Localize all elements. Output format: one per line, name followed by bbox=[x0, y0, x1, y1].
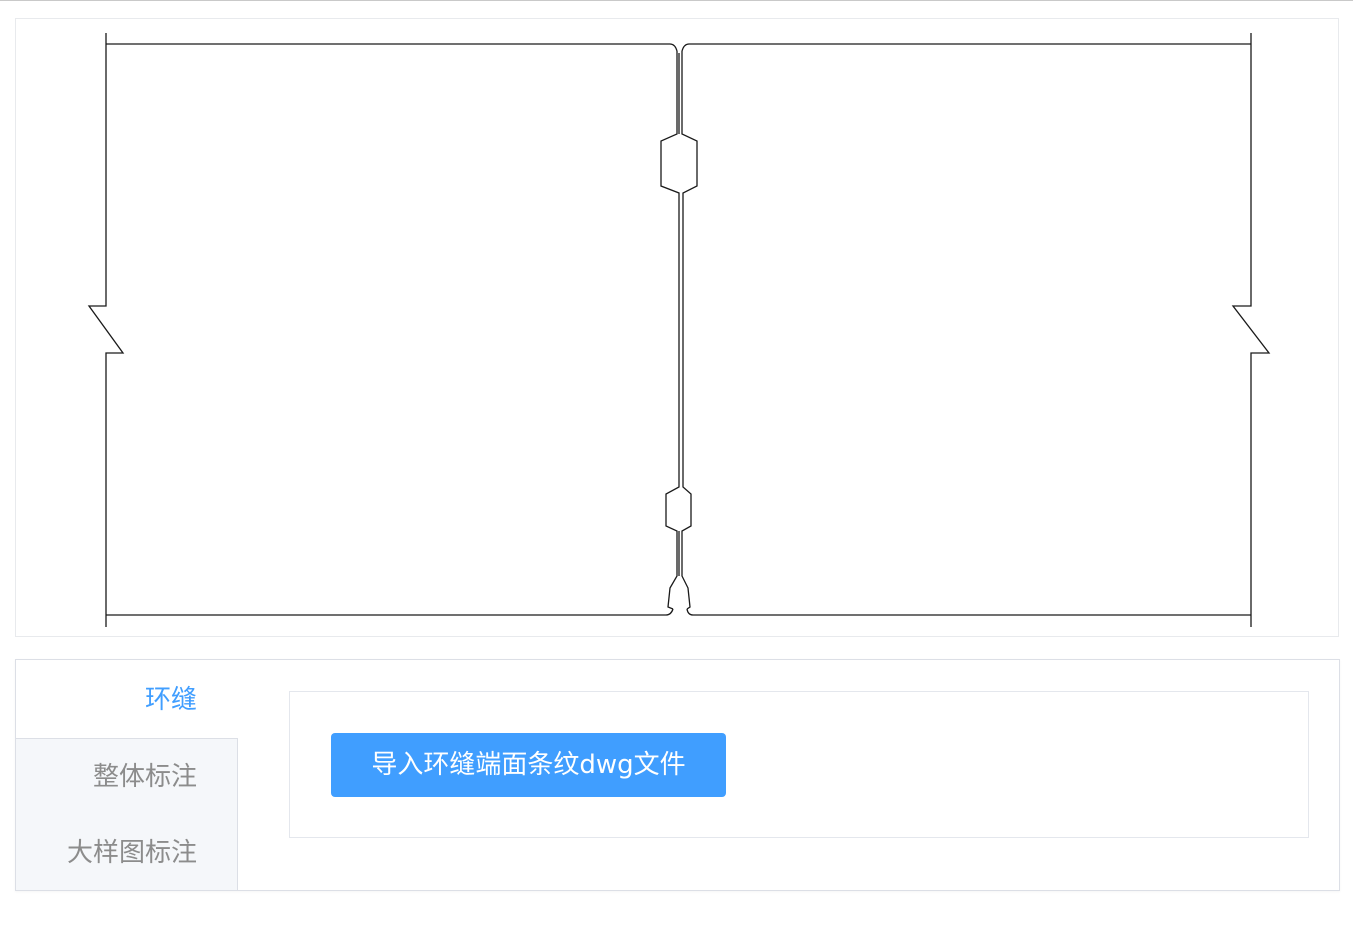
seam-drawing bbox=[87, 33, 1271, 627]
top-edge-right bbox=[681, 43, 1251, 52]
tab-ring-seam[interactable]: 环缝 bbox=[16, 662, 239, 738]
drawing-canvas[interactable] bbox=[15, 18, 1339, 637]
right-segment-edge bbox=[1231, 33, 1271, 627]
seam-line-left bbox=[660, 51, 680, 610]
tab-content: 导入环缝端面条纹dwg文件 bbox=[289, 691, 1309, 838]
bottom-edge-right bbox=[686, 608, 1251, 616]
tab-overall-annotation[interactable]: 整体标注 bbox=[16, 739, 239, 815]
left-segment-edge bbox=[87, 33, 125, 627]
tab-nav: 环缝 整体标注 大样图标注 bbox=[16, 660, 239, 890]
seam-line-right bbox=[681, 51, 698, 610]
tabs-panel: 环缝 整体标注 大样图标注 导入环缝端面条纹dwg文件 bbox=[15, 659, 1340, 891]
bottom-edge-left bbox=[106, 608, 674, 616]
tab-detail-annotation[interactable]: 大样图标注 bbox=[16, 815, 239, 891]
import-dwg-button[interactable]: 导入环缝端面条纹dwg文件 bbox=[331, 733, 726, 797]
top-edge-left bbox=[106, 43, 678, 52]
